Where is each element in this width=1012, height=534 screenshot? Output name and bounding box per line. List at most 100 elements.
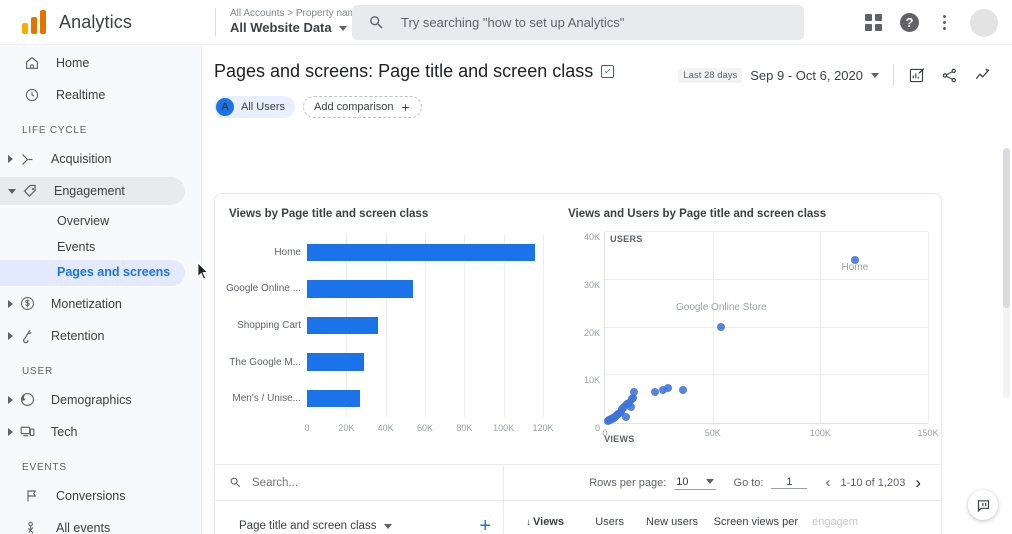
column-header-new-users[interactable]: New users [638,515,712,531]
page-title: Pages and screens: Page title and screen… [214,61,614,82]
bar-x-tick: 60K [417,423,433,433]
bar[interactable] [307,317,378,335]
chevron-down-icon [384,524,392,529]
top-bar: Analytics All Accounts > Property name A… [0,0,1012,45]
property-name[interactable]: All Website Data [230,20,361,36]
sidebar: Home Realtime LIFE CYCLE Acquisition Eng… [0,45,202,534]
sidebar-subitem-overview[interactable]: Overview [0,209,185,235]
column-header-screen-views-per-user[interactable]: Screen views per user [712,515,812,534]
charts-row: Views by Page title and screen class Hom… [215,194,941,464]
goto-input[interactable] [771,476,807,489]
table-search[interactable] [215,465,504,501]
brand-area[interactable]: Analytics [0,10,215,34]
scatter-point[interactable] [659,386,667,394]
rows-per-page-select[interactable]: 10 [674,476,715,490]
page-header-actions: Last 28 days Sep 9 - Oct 6, 2020 [678,61,992,86]
tag-icon [20,181,40,201]
rows-per-page-label: Rows per page: [589,477,666,489]
sidebar-item-demographics[interactable]: Demographics [0,386,185,414]
search-input[interactable] [401,15,788,30]
scatter-point[interactable] [604,417,612,425]
insights-icon[interactable] [974,66,992,84]
bar[interactable] [307,353,364,371]
date-range-picker[interactable]: Sep 9 - Oct 6, 2020 [750,68,879,83]
bar-row[interactable]: Home [307,244,543,262]
share-icon[interactable] [941,67,958,84]
prev-page-button[interactable]: ‹ [823,474,832,491]
plus-icon [400,102,411,113]
goto-label: Go to: [734,477,764,489]
bar-row[interactable]: Google Online ... [307,280,543,298]
sidebar-item-tech[interactable]: Tech [0,418,185,446]
dimension-selector[interactable]: Page title and screen class [239,520,392,532]
comparison-row: A All Users Add comparison [202,86,1012,118]
content-scrollbar-track[interactable] [1003,148,1010,398]
bar-x-tick: 80K [456,423,472,433]
sidebar-item-label: Acquisition [51,152,111,166]
apps-grid-icon[interactable] [865,14,882,31]
chevron-down-icon [8,189,16,194]
edit-comparison-icon[interactable] [908,67,925,84]
scatter-point[interactable] [717,323,725,331]
scatter-x-axis-title: VIEWS [604,434,635,444]
sidebar-item-realtime[interactable]: Realtime [0,81,185,109]
sidebar-item-label: Conversions [56,489,125,503]
comparison-chip-all-users[interactable]: A All Users [214,96,295,118]
sidebar-item-monetization[interactable]: Monetization [0,290,185,318]
page-header: Pages and screens: Page title and screen… [202,45,1012,86]
sidebar-section-life-cycle: LIFE CYCLE [0,113,201,141]
sidebar-section-user: USER [0,354,201,382]
help-icon[interactable]: ? [900,13,919,32]
scatter-point[interactable] [651,388,659,396]
sidebar-item-engagement[interactable]: Engagement [0,177,185,205]
scatter-point-label: Google Online Store [676,302,767,313]
add-dimension-button[interactable]: + [479,516,491,534]
metric-header-cells: ↓Views Users New users Screen views per … [504,501,941,534]
search-icon [229,476,242,489]
page-title-text: Pages and screens: Page title and screen… [214,61,593,82]
sidebar-subitem-events[interactable]: Events [0,235,185,261]
report-card: Views by Page title and screen class Hom… [214,193,942,534]
feedback-button[interactable] [968,490,998,520]
sidebar-subitem-pages-and-screens[interactable]: Pages and screens [0,260,185,286]
sidebar-item-acquisition[interactable]: Acquisition [0,145,185,173]
bar-row[interactable]: Shopping Cart [307,317,543,335]
table-search-input[interactable] [252,477,452,489]
clock-icon [22,85,42,105]
avatar[interactable] [970,9,998,37]
divider [215,8,216,36]
bar[interactable] [307,280,413,298]
comparison-chip-label: All Users [241,101,285,113]
sidebar-item-retention[interactable]: Retention [0,322,185,350]
more-vert-icon[interactable] [937,13,952,32]
next-page-button[interactable]: › [913,473,923,493]
add-comparison-button[interactable]: Add comparison [303,96,422,118]
global-search[interactable] [352,5,804,40]
bar-label: Men's / Unise... [232,393,301,404]
date-preset-chip: Last 28 days [678,68,742,83]
sidebar-item-home[interactable]: Home [0,49,185,77]
column-header-views[interactable]: ↓Views [504,515,578,531]
scatter-point[interactable] [679,386,687,394]
scatter-y-tick: 40K [584,232,600,242]
bar-row[interactable]: The Google M... [307,353,543,371]
content-scrollbar-thumb[interactable] [1003,148,1010,308]
bar[interactable] [307,390,360,408]
sidebar-item-all-events[interactable]: All events [0,514,185,534]
scatter-x-tick: 50K [705,428,721,438]
chevron-right-icon [8,155,13,163]
analytics-logo-icon [22,10,48,34]
top-bar-actions: ? [865,0,998,45]
add-comparison-label: Add comparison [314,101,394,113]
bar[interactable] [307,244,535,262]
sidebar-item-conversions[interactable]: Conversions [0,482,185,510]
bar-label: Shopping Cart [237,320,301,331]
bar-row[interactable]: Men's / Unise... [307,390,543,408]
sidebar-item-label: Engagement [54,184,125,198]
column-header-users[interactable]: Users [578,515,638,531]
events-icon [22,518,42,534]
property-selector[interactable]: All Accounts > Property name All Website… [230,8,361,37]
table-header-row: Page title and screen class + ↓Views Use… [215,501,941,534]
column-header-engagement[interactable]: engagem [812,515,872,531]
property-name-label: All Website Data [230,20,332,36]
